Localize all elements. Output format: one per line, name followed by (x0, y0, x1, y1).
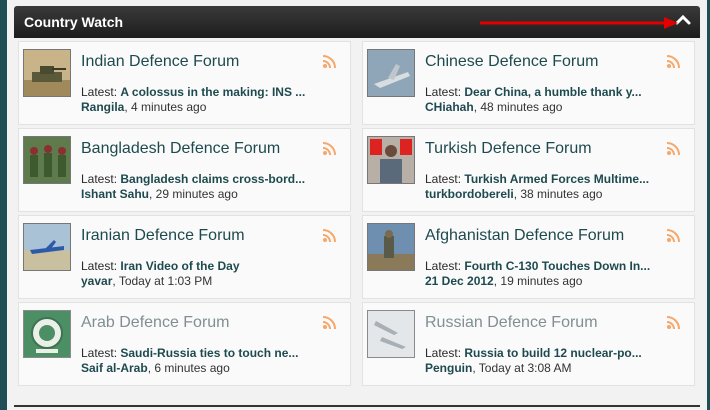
post-author[interactable]: Penguin (425, 361, 472, 375)
forum-card: Russian Defence Forum Latest: Russia to … (362, 302, 695, 386)
forum-card: Bangladesh Defence Forum Latest: Banglad… (18, 128, 351, 212)
forum-title[interactable]: Turkish Defence Forum (425, 140, 592, 158)
forum-thumbnail[interactable] (367, 136, 415, 184)
rss-icon[interactable] (666, 316, 680, 330)
post-time: , Today at 3:08 AM (472, 361, 572, 375)
latest-post-link[interactable]: Dear China, a humble thank y... (464, 85, 641, 99)
latest-post: Latest: A colossus in the making: INS ..… (81, 85, 306, 99)
latest-post: Latest: Turkish Armed Forces Multime... (425, 172, 650, 186)
forum-thumbnail[interactable] (367, 49, 415, 97)
red-arrow-annotation (480, 17, 678, 29)
latest-post-link[interactable]: Bangladesh claims cross-bord... (120, 172, 305, 186)
post-meta: Rangila, 4 minutes ago (81, 100, 206, 114)
latest-post: Latest: Fourth C-130 Touches Down In... (425, 259, 651, 273)
post-meta: turkbordobereli, 38 minutes ago (425, 187, 602, 201)
latest-post-link[interactable]: Turkish Armed Forces Multime... (464, 172, 649, 186)
forum-card: Afghanistan Defence Forum Latest: Fourth… (362, 215, 695, 299)
latest-post: Latest: Bangladesh claims cross-bord... (81, 172, 306, 186)
post-time: , 38 minutes ago (513, 187, 603, 201)
forum-title[interactable]: Bangladesh Defence Forum (81, 140, 280, 158)
post-meta: yavar, Today at 1:03 PM (81, 274, 212, 288)
latest-post: Latest: Iran Video of the Day (81, 259, 240, 273)
forum-thumbnail[interactable] (23, 136, 71, 184)
post-time: , 4 minutes ago (124, 100, 207, 114)
post-meta: Saif al-Arab, 6 minutes ago (81, 361, 230, 375)
latest-post: Latest: Dear China, a humble thank y... (425, 85, 642, 99)
post-time: , 48 minutes ago (473, 100, 563, 114)
rss-icon[interactable] (666, 142, 680, 156)
latest-post-link[interactable]: Saudi-Russia ties to touch ne... (120, 346, 298, 360)
latest-post-link[interactable]: Iran Video of the Day (120, 259, 239, 273)
header-title: Country Watch (24, 14, 124, 30)
post-date[interactable]: 21 Dec 2012 (425, 274, 494, 288)
post-meta: Penguin, Today at 3:08 AM (425, 361, 572, 375)
latest-post: Latest: Saudi-Russia ties to touch ne... (81, 346, 299, 360)
forum-title[interactable]: Indian Defence Forum (81, 53, 239, 71)
post-author[interactable]: yavar (81, 274, 112, 288)
forum-card: Chinese Defence Forum Latest: Dear China… (362, 41, 695, 125)
post-time: , 6 minutes ago (147, 361, 230, 375)
rss-icon[interactable] (322, 55, 336, 69)
forum-card: Arab Defence Forum Latest: Saudi-Russia … (18, 302, 351, 386)
forum-title[interactable]: Russian Defence Forum (425, 314, 598, 332)
post-author[interactable]: Rangila (81, 100, 124, 114)
post-author[interactable]: Ishant Sahu (81, 187, 149, 201)
post-time: , 29 minutes ago (149, 187, 238, 201)
forum-grid: Indian Defence Forum Latest: A colossus … (18, 41, 698, 389)
forum-title[interactable]: Arab Defence Forum (81, 314, 230, 332)
forum-thumbnail[interactable] (23, 223, 71, 271)
post-time: , Today at 1:03 PM (112, 274, 213, 288)
post-time: , 19 minutes ago (493, 274, 583, 288)
forum-card: Indian Defence Forum Latest: A colossus … (18, 41, 351, 125)
post-author[interactable]: turkbordobereli (425, 187, 514, 201)
latest-post: Latest: Russia to build 12 nuclear-po... (425, 346, 642, 360)
rss-icon[interactable] (666, 229, 680, 243)
post-meta: 21 Dec 2012, 19 minutes ago (425, 274, 582, 288)
forum-thumbnail[interactable] (367, 223, 415, 271)
rss-icon[interactable] (322, 316, 336, 330)
forum-thumbnail[interactable] (23, 49, 71, 97)
post-author[interactable]: Saif al-Arab (81, 361, 148, 375)
rss-icon[interactable] (666, 55, 680, 69)
rss-icon[interactable] (322, 229, 336, 243)
forum-title[interactable]: Afghanistan Defence Forum (425, 227, 624, 245)
post-author[interactable]: CHiahah (425, 100, 474, 114)
latest-post-link[interactable]: Fourth C-130 Touches Down In... (464, 259, 650, 273)
forum-card: Iranian Defence Forum Latest: Iran Video… (18, 215, 351, 299)
post-meta: CHiahah, 48 minutes ago (425, 100, 562, 114)
panel-bottom-border (14, 405, 700, 407)
forum-thumbnail[interactable] (367, 310, 415, 358)
latest-post-link[interactable]: Russia to build 12 nuclear-po... (464, 346, 641, 360)
post-meta: Ishant Sahu, 29 minutes ago (81, 187, 238, 201)
forum-thumbnail[interactable] (23, 310, 71, 358)
latest-post-link[interactable]: A colossus in the making: INS ... (120, 85, 305, 99)
forum-card: Turkish Defence Forum Latest: Turkish Ar… (362, 128, 695, 212)
forum-title[interactable]: Chinese Defence Forum (425, 53, 598, 71)
rss-icon[interactable] (322, 142, 336, 156)
forum-title[interactable]: Iranian Defence Forum (81, 227, 245, 245)
